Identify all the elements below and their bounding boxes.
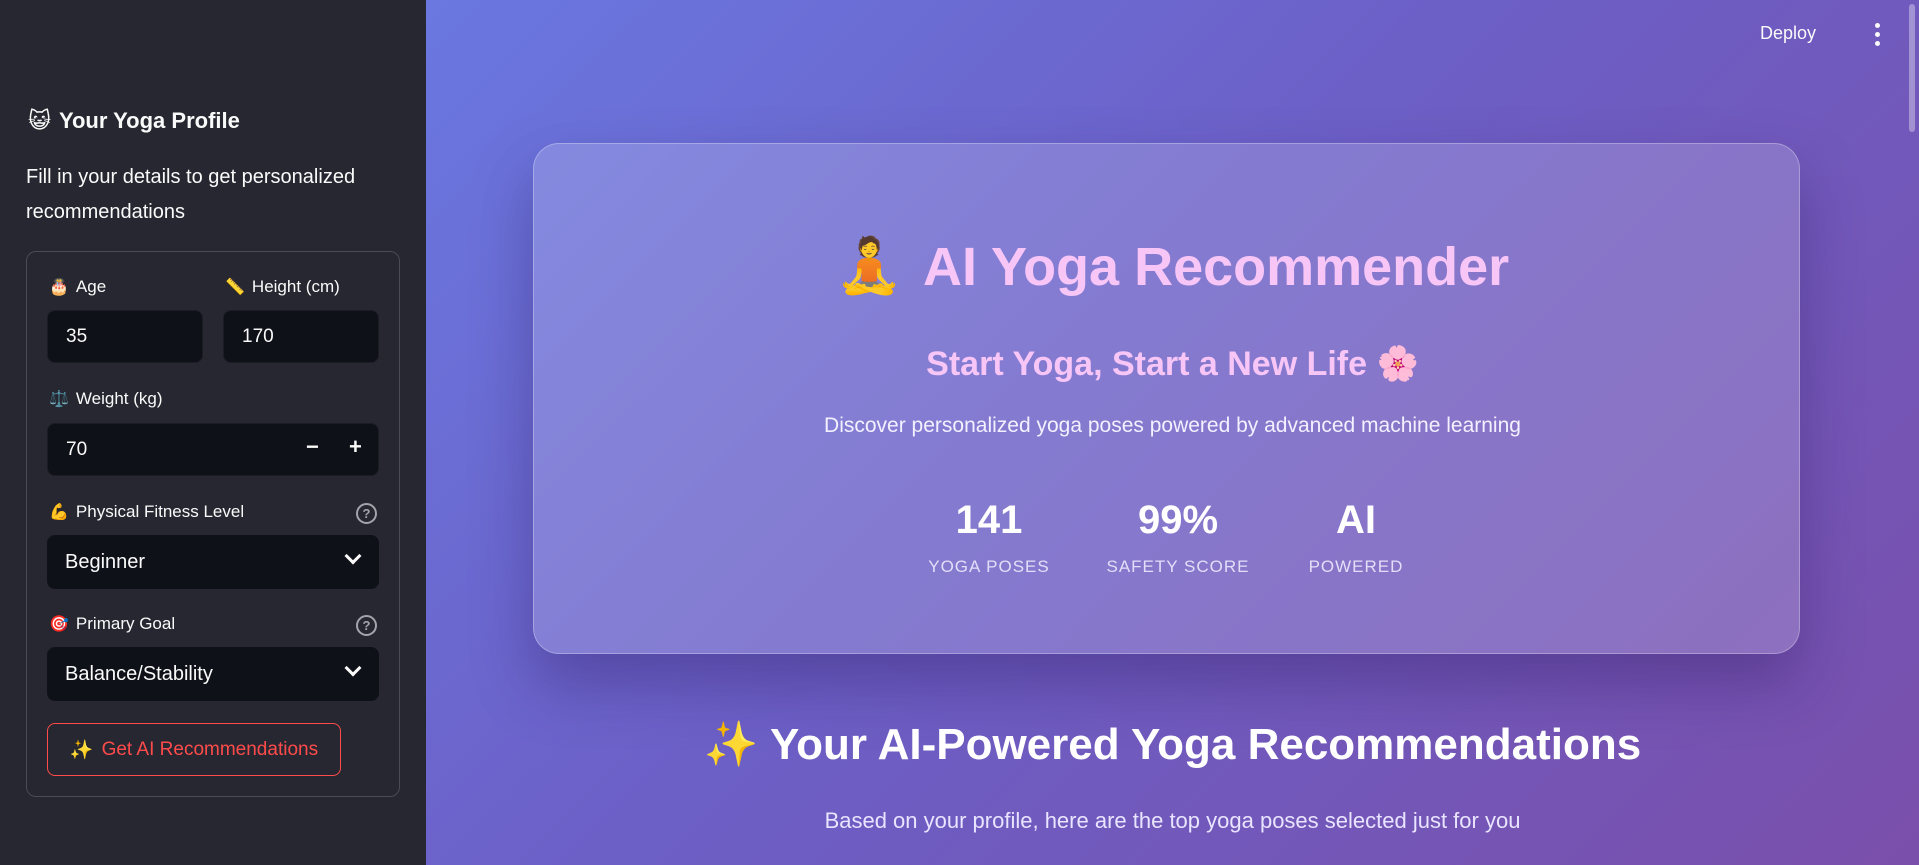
cake-icon: 🎂 xyxy=(49,279,69,296)
stat-safety-score: 99% SAFETY SCORE xyxy=(1098,498,1258,577)
height-input[interactable]: 170 xyxy=(223,310,379,363)
hero-card xyxy=(533,143,1800,654)
sidebar-title: 😺 Your Yoga Profile xyxy=(28,108,240,134)
ruler-icon: 📏 xyxy=(225,279,245,296)
stat-label: POWERED xyxy=(1308,557,1404,576)
main-content: Deploy 🧘 AI Yoga Recommender Start Yoga,… xyxy=(426,0,1919,865)
cat-icon: 😺 xyxy=(28,108,51,133)
hero-subtitle: Start Yoga, Start a New Life 🌸 xyxy=(926,345,1419,383)
flexed-bicep-icon: 💪 xyxy=(49,504,69,521)
stat-ai-powered: AI POWERED xyxy=(1276,498,1436,577)
fitness-select-value: Beginner xyxy=(65,550,146,573)
height-label: 📏 Height (cm) xyxy=(225,277,340,297)
height-label-text: Height (cm) xyxy=(251,277,340,296)
stat-value: 141 xyxy=(955,498,1023,542)
profile-form: 🎂 Age 35 📏 Height (cm) 170 ⚖️ Weight (kg… xyxy=(26,251,400,797)
hero-description: Discover personalized yoga poses powered… xyxy=(824,414,1521,437)
chevron-down-icon xyxy=(344,659,362,677)
weight-value: 70 xyxy=(66,438,88,460)
goal-select-value: Balance/Stability xyxy=(65,662,213,685)
recommendations-description: Based on your profile, here are the top … xyxy=(824,808,1521,833)
chevron-down-icon xyxy=(344,547,362,565)
scrollbar[interactable] xyxy=(1909,4,1915,132)
get-recommendations-button[interactable]: ✨ Get AI Recommendations xyxy=(47,723,341,776)
goal-help-icon[interactable]: ? xyxy=(356,615,377,636)
hero-title: 🧘 AI Yoga Recommender xyxy=(426,235,1919,298)
stat-label: SAFETY SCORE xyxy=(1106,557,1250,576)
age-input[interactable]: 35 xyxy=(47,310,203,363)
sidebar-description: Fill in your details to get personalized… xyxy=(26,166,356,223)
fitness-label: 💪 Physical Fitness Level xyxy=(49,502,244,522)
recommendations-title: ✨ Your AI-Powered Yoga Recommendations xyxy=(703,720,1642,769)
more-options-icon[interactable] xyxy=(1875,23,1881,46)
goal-label-text: Primary Goal xyxy=(75,614,176,633)
weight-label: ⚖️ Weight (kg) xyxy=(49,389,163,409)
target-icon: 🎯 xyxy=(49,616,69,633)
sidebar-title-text: Your Yoga Profile xyxy=(58,108,240,133)
age-label-text: Age xyxy=(75,277,107,296)
sparkles-icon: ✨ xyxy=(69,739,94,761)
weight-increment-button[interactable]: + xyxy=(349,434,362,460)
stat-yoga-poses: 141 YOGA POSES xyxy=(909,498,1069,577)
weight-decrement-button[interactable]: − xyxy=(306,434,319,460)
get-recommendations-label: Get AI Recommendations xyxy=(101,738,319,760)
sidebar: 😺 Your Yoga Profile Fill in your details… xyxy=(0,0,426,865)
goal-label: 🎯 Primary Goal xyxy=(49,614,175,634)
stat-value: AI xyxy=(1336,498,1376,542)
meditation-icon: 🧘 xyxy=(835,236,904,296)
fitness-help-icon[interactable]: ? xyxy=(356,503,377,524)
scale-icon: ⚖️ xyxy=(49,391,69,408)
fitness-select[interactable]: Beginner xyxy=(47,535,379,589)
weight-input[interactable]: 70 xyxy=(47,423,379,476)
age-label: 🎂 Age xyxy=(49,277,106,297)
hero-title-text: AI Yoga Recommender xyxy=(923,236,1510,297)
fitness-label-text: Physical Fitness Level xyxy=(75,502,245,521)
stat-value: 99% xyxy=(1137,498,1219,542)
goal-select[interactable]: Balance/Stability xyxy=(47,647,379,701)
weight-label-text: Weight (kg) xyxy=(75,389,163,408)
stat-label: YOGA POSES xyxy=(928,557,1050,576)
deploy-button[interactable]: Deploy xyxy=(1760,23,1816,44)
